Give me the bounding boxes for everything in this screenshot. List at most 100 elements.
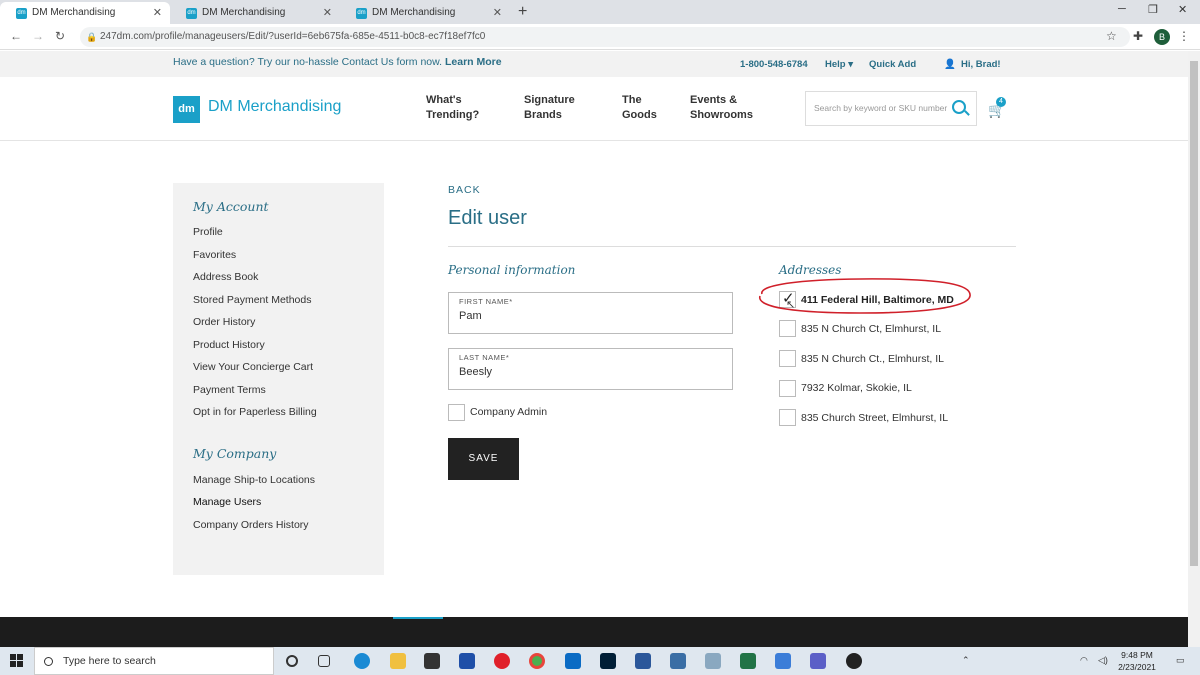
nav-line: What's	[426, 94, 462, 106]
profile-avatar[interactable]: B	[1154, 29, 1170, 45]
favicon-icon: dm	[356, 8, 367, 19]
volume-icon[interactable]: ◁)	[1098, 655, 1108, 666]
nav-line: Signature	[524, 94, 575, 106]
address-bar-row: ← → ↻ 🔒 247dm.com/profile/manageusers/Ed…	[0, 24, 1200, 50]
app-icon[interactable]	[846, 653, 862, 669]
forward-arrow-icon[interactable]: →	[32, 29, 44, 43]
sidebar-item-favorites[interactable]: Favorites	[193, 249, 236, 261]
app-icon[interactable]	[670, 653, 686, 669]
my-account-heading: My Account	[193, 199, 269, 214]
footer-accent	[393, 617, 443, 619]
nav-events-showrooms[interactable]: Events & Showrooms	[690, 93, 780, 123]
dell-icon[interactable]	[459, 653, 475, 669]
sidebar-item-payment-terms[interactable]: Payment Terms	[193, 384, 266, 396]
nav-line: Showrooms	[690, 109, 753, 121]
menu-icon[interactable]: ⋮	[1178, 29, 1190, 43]
word-icon[interactable]	[635, 653, 651, 669]
quick-add-link[interactable]: Quick Add	[869, 59, 916, 70]
tab-title: DM Merchandising	[372, 7, 456, 18]
store-icon[interactable]	[424, 653, 440, 669]
first-name-label: FIRST NAME*	[459, 297, 513, 306]
sidebar-item-order-history[interactable]: Order History	[193, 316, 255, 328]
extensions-icon[interactable]: ✚	[1133, 29, 1143, 43]
new-tab-icon[interactable]: +	[518, 2, 527, 22]
account-sidebar: My Account Profile Favorites Address Boo…	[173, 183, 384, 575]
learn-more-link[interactable]: Learn More	[445, 56, 502, 68]
my-company-heading: My Company	[193, 446, 277, 461]
nav-line: Trending?	[426, 109, 480, 121]
back-link[interactable]: BACK	[448, 184, 481, 196]
sidebar-item-ship-to[interactable]: Manage Ship-to Locations	[193, 474, 315, 486]
address-checkbox[interactable]	[779, 320, 796, 337]
task-view-icon[interactable]	[318, 655, 330, 667]
photos-icon[interactable]	[775, 653, 791, 669]
back-arrow-icon[interactable]: ←	[10, 29, 22, 43]
address-label: 835 N Church Ct, Elmhurst, IL	[801, 323, 942, 335]
photoshop-icon[interactable]	[600, 653, 616, 669]
logo-mark[interactable]: dm	[173, 96, 200, 123]
page-title: Edit user	[448, 207, 527, 229]
window-close-icon[interactable]: ✕	[1178, 3, 1187, 16]
file-explorer-icon[interactable]	[390, 653, 406, 669]
browser-tab[interactable]: dm DM Merchandising ✕	[170, 2, 340, 24]
phone-number[interactable]: 1-800-548-6784	[740, 59, 808, 70]
cortana-icon[interactable]	[286, 655, 298, 667]
tab-title: DM Merchandising	[32, 7, 116, 18]
sidebar-item-concierge-cart[interactable]: View Your Concierge Cart	[193, 361, 313, 373]
close-icon[interactable]: ✕	[493, 2, 502, 24]
sidebar-item-company-orders[interactable]: Company Orders History	[193, 519, 309, 531]
first-name-field[interactable]: FIRST NAME* Pam	[448, 292, 733, 334]
app-icon[interactable]	[705, 653, 721, 669]
clock-date: 2/23/2021	[1118, 662, 1156, 672]
scrollbar-thumb[interactable]	[1190, 61, 1198, 566]
company-admin-checkbox[interactable]	[448, 404, 465, 421]
address-checkbox[interactable]	[779, 409, 796, 426]
teams-icon[interactable]	[810, 653, 826, 669]
search-icon[interactable]	[952, 100, 966, 114]
tray-chevron-icon[interactable]: ⌃	[962, 655, 970, 666]
contact-question: Have a question? Try our no-hassle Conta…	[173, 56, 443, 68]
sidebar-item-paperless-billing[interactable]: Opt in for Paperless Billing	[193, 406, 317, 418]
save-button[interactable]: SAVE	[448, 438, 519, 480]
address-label: 7932 Kolmar, Skokie, IL	[801, 382, 912, 394]
search-input[interactable]: Search by keyword or SKU number	[805, 91, 977, 126]
sidebar-item-product-history[interactable]: Product History	[193, 339, 265, 351]
chrome-icon[interactable]	[529, 653, 545, 669]
address-checkbox[interactable]	[779, 350, 796, 367]
nav-signature-brands[interactable]: Signature Brands	[524, 93, 604, 123]
url-bar[interactable]: 🔒 247dm.com/profile/manageusers/Edit/?us…	[80, 27, 1130, 47]
outlook-icon[interactable]	[565, 653, 581, 669]
windows-start-icon[interactable]	[10, 654, 24, 668]
browser-tab[interactable]: dm DM Merchandising ✕	[340, 2, 510, 24]
close-icon[interactable]: ✕	[153, 2, 162, 24]
minimize-icon[interactable]: ─	[1118, 3, 1126, 15]
restore-icon[interactable]: ❐	[1148, 3, 1158, 16]
excel-icon[interactable]	[740, 653, 756, 669]
bookmark-star-icon[interactable]: ☆	[1106, 29, 1117, 43]
nav-whats-trending[interactable]: What's Trending?	[426, 93, 506, 123]
page-scrollbar[interactable]	[1188, 51, 1200, 647]
help-label: Help	[825, 59, 846, 70]
user-icon: 👤	[944, 59, 956, 70]
sidebar-item-stored-payment[interactable]: Stored Payment Methods	[193, 294, 311, 306]
wifi-icon[interactable]: ◠	[1080, 655, 1088, 666]
opera-icon[interactable]	[494, 653, 510, 669]
taskbar-clock[interactable]: 9:48 PM 2/23/2021	[1112, 649, 1162, 673]
sidebar-item-manage-users[interactable]: Manage Users	[193, 496, 261, 508]
notifications-icon[interactable]: ▭	[1176, 655, 1185, 666]
greeting-link[interactable]: Hi, Brad!	[961, 59, 1001, 70]
last-name-field[interactable]: LAST NAME* Beesly	[448, 348, 733, 390]
logo-text[interactable]: DM Merchandising	[208, 98, 341, 116]
address-checkbox[interactable]	[779, 380, 796, 397]
reload-icon[interactable]: ↻	[55, 29, 65, 43]
browser-tab[interactable]: dm DM Merchandising ✕	[0, 2, 170, 24]
taskbar-search-input[interactable]: Type here to search	[34, 647, 274, 675]
sidebar-item-address-book[interactable]: Address Book	[193, 271, 258, 283]
sidebar-item-profile[interactable]: Profile	[193, 226, 223, 238]
favicon-icon: dm	[16, 8, 27, 19]
browser-tab-bar: dm DM Merchandising ✕ dm DM Merchandisin…	[0, 0, 1200, 24]
site-header: dm DM Merchandising What's Trending? Sign…	[0, 77, 1188, 141]
close-icon[interactable]: ✕	[323, 2, 332, 24]
edge-icon[interactable]	[354, 653, 370, 669]
help-menu[interactable]: Help ▾	[825, 59, 853, 70]
